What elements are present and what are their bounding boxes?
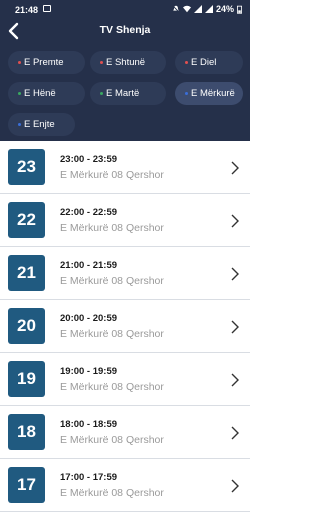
time-range: 19:00 - 19:59 bbox=[60, 366, 118, 377]
date-label: E Mërkurë 08 Qershor bbox=[60, 487, 164, 499]
chevron-right-icon bbox=[231, 426, 239, 440]
status-time: 21:48 bbox=[15, 5, 39, 15]
time-range: 21:00 - 21:59 bbox=[60, 260, 118, 271]
date-label: E Mërkurë 08 Qershor bbox=[60, 434, 164, 446]
time-range: 20:00 - 20:59 bbox=[60, 313, 118, 324]
chevron-right-icon bbox=[231, 267, 239, 281]
hour-badge: 17 bbox=[8, 467, 45, 503]
schedule-item[interactable]: 21 21:00 - 21:59 E Mërkurë 08 Qershor bbox=[0, 247, 250, 300]
hour-badge: 20 bbox=[8, 308, 45, 344]
hour-badge: 21 bbox=[8, 255, 45, 291]
status-dot bbox=[100, 92, 103, 95]
date-label: E Mërkurë 08 Qershor bbox=[60, 381, 164, 393]
chevron-right-icon bbox=[231, 214, 239, 228]
chevron-right-icon bbox=[231, 320, 239, 334]
date-label: E Mërkurë 08 Qershor bbox=[60, 275, 164, 287]
schedule-item[interactable]: 20 20:00 - 20:59 E Mërkurë 08 Qershor bbox=[0, 300, 250, 353]
battery-icon bbox=[237, 5, 242, 14]
day-tab-e-merkure[interactable]: E Mërkurë bbox=[175, 82, 243, 105]
day-tab-label: E Premte bbox=[24, 57, 64, 68]
status-dot bbox=[18, 123, 21, 126]
day-tab-label: E Martë bbox=[106, 88, 140, 99]
chevron-right-icon bbox=[231, 479, 239, 493]
time-range: 23:00 - 23:59 bbox=[60, 154, 118, 165]
day-tab-e-shtune[interactable]: E Shtunë bbox=[90, 51, 166, 74]
status-bar: 21:48 24% bbox=[0, 0, 250, 18]
schedule-item[interactable]: 23 23:00 - 23:59 E Mërkurë 08 Qershor bbox=[0, 141, 250, 194]
hour-badge: 22 bbox=[8, 202, 45, 238]
wifi-icon bbox=[182, 5, 191, 13]
day-tab-label: E Enjte bbox=[24, 119, 55, 130]
gallery-icon bbox=[43, 5, 51, 12]
day-tab-e-diel[interactable]: E Diel bbox=[175, 51, 243, 74]
status-dot bbox=[185, 92, 188, 95]
schedule-item[interactable]: 17 17:00 - 17:59 E Mërkurë 08 Qershor bbox=[0, 459, 250, 512]
day-tab-e-hene[interactable]: E Hënë bbox=[8, 82, 85, 105]
status-dot bbox=[185, 61, 188, 64]
header: 21:48 24% TV Shenja E Premte E Shtunë E … bbox=[0, 0, 250, 141]
status-dot bbox=[18, 92, 21, 95]
signal-icon bbox=[193, 5, 202, 13]
day-tab-label: E Shtunë bbox=[106, 57, 146, 68]
time-range: 18:00 - 18:59 bbox=[60, 419, 118, 430]
chevron-right-icon bbox=[231, 161, 239, 175]
schedule-item[interactable]: 18 18:00 - 18:59 E Mërkurë 08 Qershor bbox=[0, 406, 250, 459]
status-dot bbox=[100, 61, 103, 64]
date-label: E Mërkurë 08 Qershor bbox=[60, 169, 164, 181]
bell-mute-icon bbox=[172, 5, 180, 13]
day-tab-label: E Diel bbox=[191, 57, 217, 68]
chevron-right-icon bbox=[231, 373, 239, 387]
page-title: TV Shenja bbox=[99, 24, 151, 36]
day-tab-e-premte[interactable]: E Premte bbox=[8, 51, 85, 74]
time-range: 17:00 - 17:59 bbox=[60, 472, 118, 483]
date-label: E Mërkurë 08 Qershor bbox=[60, 222, 164, 234]
hour-badge: 18 bbox=[8, 414, 45, 450]
battery-percentage: 24% bbox=[215, 4, 234, 14]
day-tab-label: E Hënë bbox=[24, 88, 56, 99]
time-range: 22:00 - 22:59 bbox=[60, 207, 118, 218]
day-tab-e-marte[interactable]: E Martë bbox=[90, 82, 166, 105]
signal-icon bbox=[204, 5, 213, 13]
hour-badge: 19 bbox=[8, 361, 45, 397]
schedule-item[interactable]: 22 22:00 - 22:59 E Mërkurë 08 Qershor bbox=[0, 194, 250, 247]
schedule-item[interactable]: 19 19:00 - 19:59 E Mërkurë 08 Qershor bbox=[0, 353, 250, 406]
hour-badge: 23 bbox=[8, 149, 45, 185]
day-tab-label: E Mërkurë bbox=[191, 88, 235, 99]
status-dot bbox=[18, 61, 21, 64]
day-tab-e-enjte[interactable]: E Enjte bbox=[8, 113, 75, 136]
date-label: E Mërkurë 08 Qershor bbox=[60, 328, 164, 340]
